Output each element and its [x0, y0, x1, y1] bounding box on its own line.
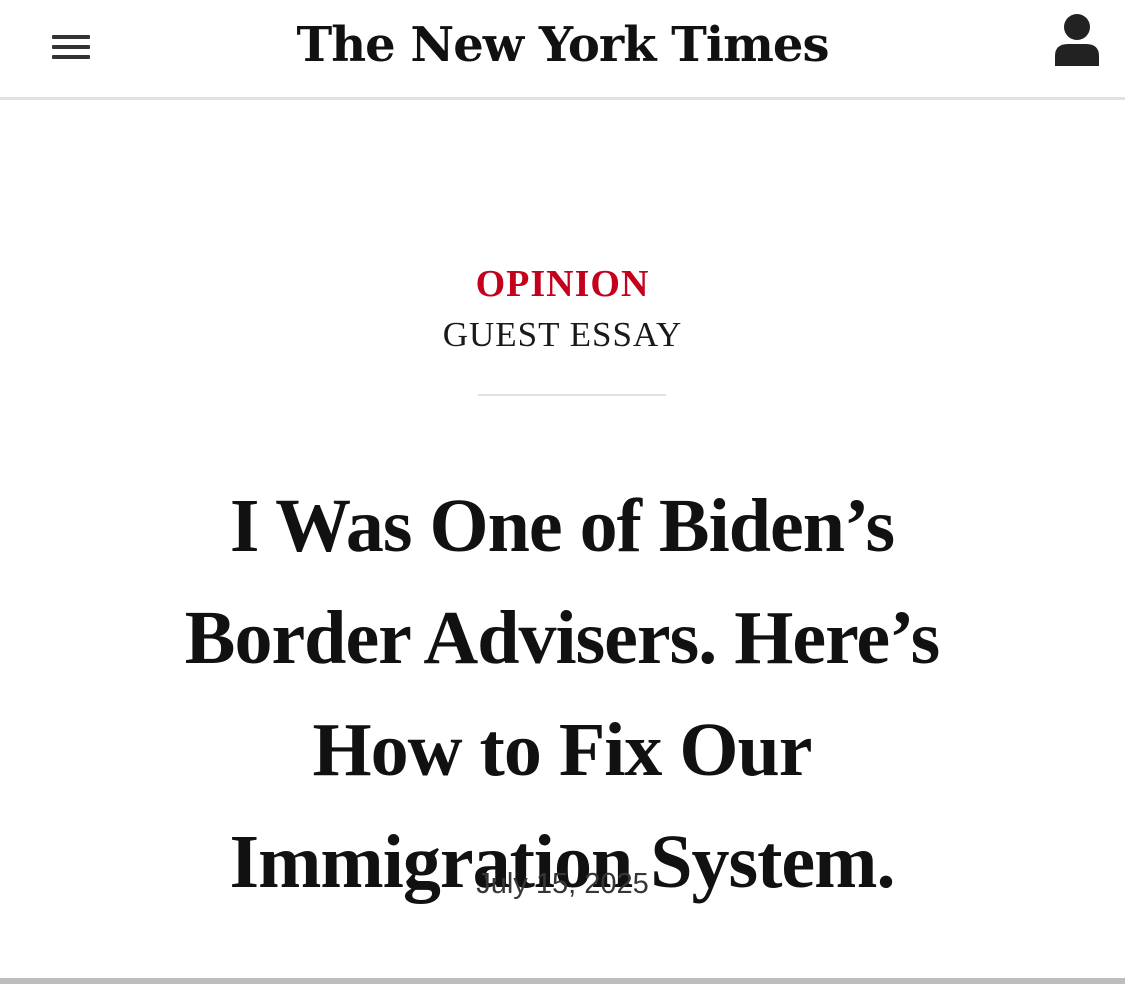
- hamburger-menu-icon-line: [52, 55, 90, 59]
- article-type-label: GUEST ESSAY: [442, 315, 683, 354]
- account-button[interactable]: [1050, 10, 1104, 70]
- hamburger-menu-icon-line: [52, 35, 90, 39]
- top-navigation-bar: The New York Times: [0, 0, 1125, 100]
- bottom-edge-divider: [0, 978, 1125, 984]
- section-label-opinion[interactable]: OPINION: [0, 260, 1125, 308]
- divider: [478, 394, 666, 396]
- nyt-masthead-logo[interactable]: The New York Times: [200, 10, 925, 80]
- article-headline: I Was One of Biden’s Border Advisers. He…: [184, 484, 940, 904]
- publish-date: July 15, 2025: [476, 868, 649, 900]
- hamburger-menu-icon-line: [52, 45, 90, 49]
- menu-button[interactable]: [46, 22, 96, 72]
- person-icon: [1055, 14, 1099, 66]
